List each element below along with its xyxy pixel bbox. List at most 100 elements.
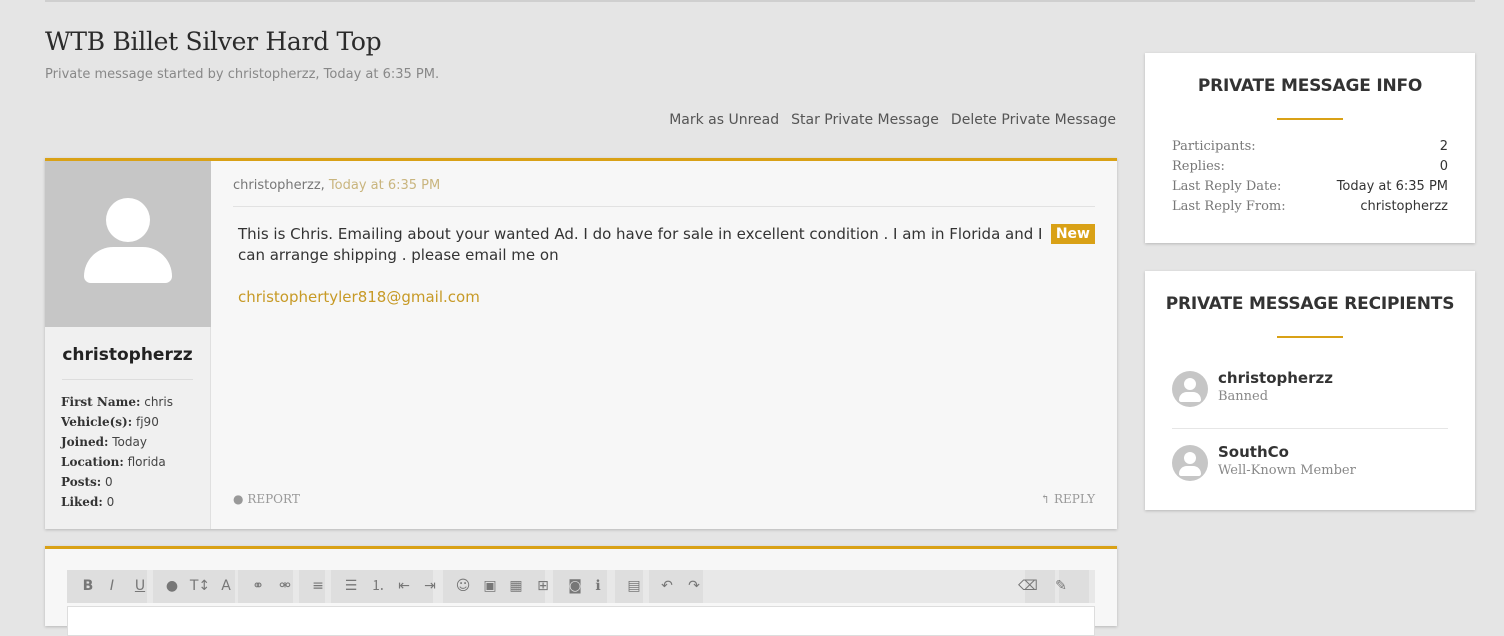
message-divider	[233, 206, 1095, 207]
info-key: Participants:	[1172, 139, 1256, 154]
avatar[interactable]	[45, 161, 211, 327]
smilie-icon[interactable]: ☺	[450, 570, 476, 603]
reply-icon: ↰	[1040, 492, 1051, 506]
info-value: Today at 6:35 PM	[1336, 179, 1448, 194]
message-content: christopherzz, Today at 6:35 PM New This…	[233, 161, 1095, 506]
new-badge: New	[1050, 224, 1095, 244]
recipient-name[interactable]: SouthCo	[1218, 443, 1289, 461]
user-info-row: Posts: 0	[61, 472, 210, 492]
recipient-item: christopherzz Banned	[1172, 355, 1448, 428]
star-message-link[interactable]: Star Private Message	[791, 112, 939, 128]
indent-icon[interactable]: ⇥	[417, 570, 443, 603]
user-info-key: Posts:	[61, 475, 102, 489]
message-user-panel: christopherzz First Name: chris Vehicle(…	[45, 161, 211, 529]
info-icon[interactable]: ℹ	[585, 570, 611, 603]
user-info-key: Liked:	[61, 495, 103, 509]
wrench-icon[interactable]: ✎	[1048, 570, 1074, 603]
reply-label: REPLY	[1054, 492, 1095, 506]
font-family-icon[interactable]: A	[213, 570, 239, 603]
message-actions: Mark as Unread Star Private Message Dele…	[669, 112, 1116, 128]
undo-icon[interactable]: ↶	[654, 570, 680, 603]
info-row: Last Reply Date: Today at 6:35 PM	[1172, 177, 1448, 197]
numbered-list-icon[interactable]: ⒈	[365, 570, 391, 603]
user-info-value: Today	[112, 435, 147, 449]
user-info-row: Vehicle(s): fj90	[61, 412, 210, 432]
top-divider	[45, 0, 1475, 2]
delete-message-link[interactable]: Delete Private Message	[951, 112, 1116, 128]
info-row: Participants: 2	[1172, 137, 1448, 157]
font-size-icon[interactable]: T↕	[187, 570, 213, 603]
user-info-row: Location: florida	[61, 452, 210, 472]
user-info-value: 0	[105, 475, 113, 489]
insert-icon[interactable]: ⊞	[530, 570, 556, 603]
info-value[interactable]: christopherzz	[1360, 197, 1448, 217]
user-info-value: chris	[144, 395, 173, 409]
avatar-body	[1179, 466, 1201, 476]
heading-rule	[1277, 336, 1343, 338]
info-row: Replies: 0	[1172, 157, 1448, 177]
info-key: Last Reply Date:	[1172, 179, 1282, 194]
user-info-row: First Name: chris	[61, 392, 210, 412]
avatar-body	[1179, 392, 1201, 402]
message-body: This is Chris. Emailing about your wante…	[238, 225, 1043, 264]
info-row: Last Reply From: christopherzz	[1172, 197, 1448, 217]
image-icon[interactable]: ▣	[477, 570, 503, 603]
mark-unread-link[interactable]: Mark as Unread	[669, 112, 779, 128]
eraser-icon[interactable]: ⌫	[1015, 570, 1041, 603]
user-info-value: fj90	[136, 415, 159, 429]
link-icon[interactable]: ⚭	[245, 570, 271, 603]
recipients-card-heading: PRIVATE MESSAGE RECIPIENTS	[1165, 294, 1455, 314]
user-divider	[62, 379, 193, 380]
user-info-list: First Name: chris Vehicle(s): fj90 Joine…	[45, 392, 210, 512]
avatar-head	[1184, 378, 1196, 390]
info-value: 2	[1439, 139, 1448, 154]
info-value: 0	[1439, 159, 1448, 174]
info-key: Replies:	[1172, 159, 1225, 174]
recipient-name[interactable]: christopherzz	[1218, 369, 1333, 387]
message-meta-time[interactable]: Today at 6:35 PM	[329, 178, 440, 193]
color-icon[interactable]: ●	[159, 570, 185, 603]
user-info-row: Joined: Today	[61, 432, 210, 452]
message-meta-author[interactable]: christopherzz,	[233, 178, 325, 193]
page-subtitle: Private message started by christopherzz…	[45, 67, 440, 82]
media-icon[interactable]: ▦	[503, 570, 529, 603]
underline-icon[interactable]: U	[127, 570, 153, 603]
unlink-icon[interactable]: ⚮	[272, 570, 298, 603]
redo-icon[interactable]: ↷	[681, 570, 707, 603]
bold-icon[interactable]: B	[75, 570, 101, 603]
user-info-key: Joined:	[61, 435, 109, 449]
recipients-card: PRIVATE MESSAGE RECIPIENTS christopherzz…	[1145, 271, 1475, 510]
page-title: WTB Billet Silver Hard Top	[45, 27, 382, 56]
reply-editor: B I U ● T↕ A ⚭ ⚮ ≡ ☰ ⒈ ⇤ ⇥ ☺ ▣ ▦ ⊞ ◙ ℹ ▤ ↶ ↷ ⌫ ✎	[45, 546, 1117, 636]
recipient-role: Banned	[1218, 389, 1269, 404]
reply-link[interactable]: ↰ REPLY	[1040, 492, 1095, 506]
recipient-role: Well-Known Member	[1218, 463, 1356, 478]
report-link[interactable]: ● REPORT	[233, 492, 300, 506]
user-info-row: Liked: 0	[61, 492, 210, 512]
user-info-value: 0	[106, 495, 115, 509]
avatar[interactable]	[1172, 371, 1208, 407]
user-info-key: First Name:	[61, 395, 141, 409]
avatar[interactable]	[1172, 445, 1208, 481]
email-link[interactable]: christophertyler818@gmail.com	[238, 288, 1095, 306]
report-label: REPORT	[247, 492, 300, 506]
editor-toolbar: B I U ● T↕ A ⚭ ⚮ ≡ ☰ ⒈ ⇤ ⇥ ☺ ▣ ▦ ⊞ ◙ ℹ ▤ ↶ ↷ ⌫ ✎	[67, 570, 1095, 603]
info-list: Participants: 2 Replies: 0 Last Reply Date…	[1145, 120, 1475, 217]
user-info-value: florida	[127, 455, 166, 469]
info-key: Last Reply From:	[1172, 199, 1286, 214]
outdent-icon[interactable]: ⇤	[391, 570, 417, 603]
italic-icon[interactable]: I	[99, 570, 125, 603]
avatar-head	[106, 198, 150, 242]
recipient-item: SouthCo Well-Known Member	[1172, 428, 1448, 501]
message-footer: ● REPORT ↰ REPLY	[233, 492, 1095, 506]
user-info-key: Location:	[61, 455, 124, 469]
message-author-name[interactable]: christopherzz	[45, 345, 210, 365]
avatar-head	[1184, 452, 1196, 464]
info-card-heading: PRIVATE MESSAGE INFO	[1197, 76, 1423, 96]
user-info-key: Vehicle(s):	[61, 415, 133, 429]
align-icon[interactable]: ≡	[305, 570, 331, 603]
bullet-list-icon[interactable]: ☰	[338, 570, 364, 603]
save-icon[interactable]: ▤	[621, 570, 647, 603]
avatar-body	[84, 247, 172, 283]
editor-text-area[interactable]	[67, 606, 1095, 636]
